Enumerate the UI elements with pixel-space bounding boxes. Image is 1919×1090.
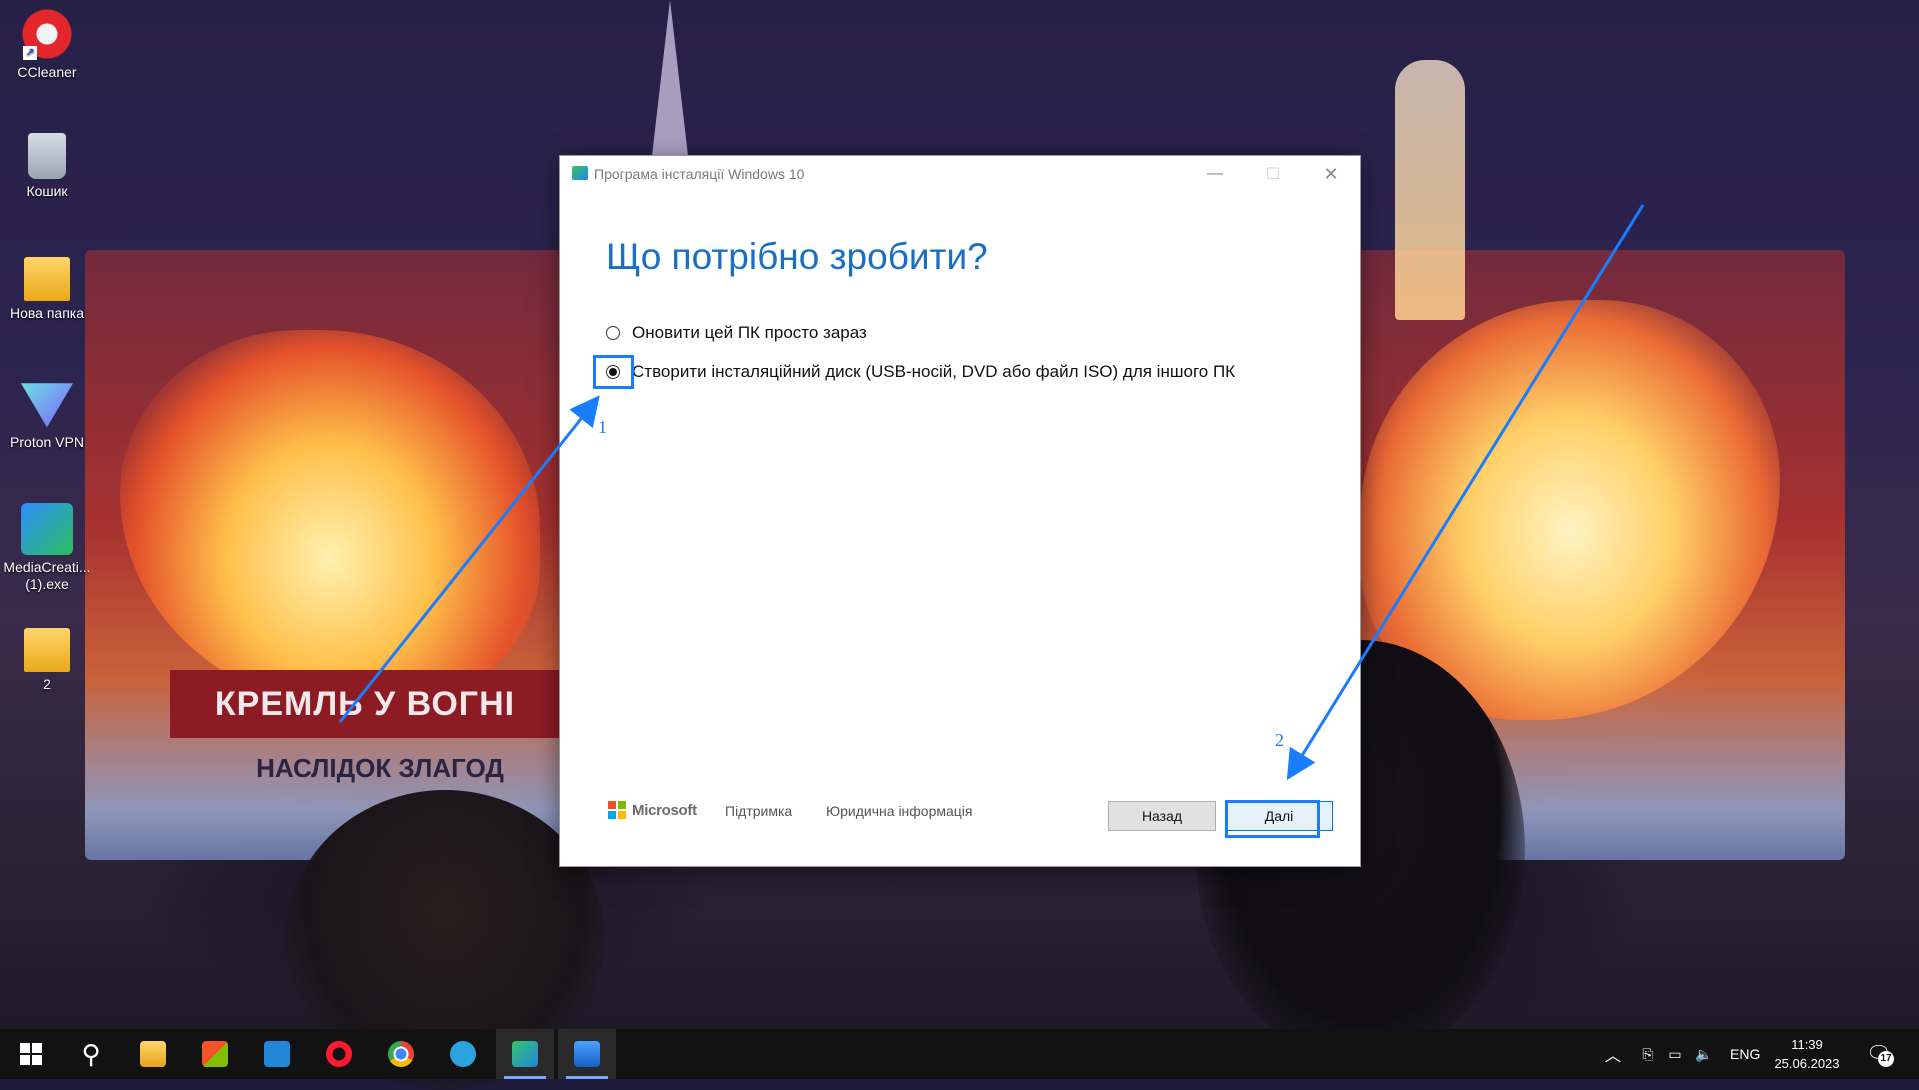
- taskbar-microsoft-store[interactable]: [186, 1029, 244, 1079]
- option-create-media[interactable]: Створити інсталяційний диск (USB-носій, …: [606, 362, 1235, 382]
- page-title: Що потрібно зробити?: [606, 236, 988, 277]
- maximize-icon: ☐: [1265, 166, 1281, 183]
- microsoft-store-icon: [202, 1041, 228, 1067]
- network-button[interactable]: ⎘: [1637, 1029, 1659, 1079]
- shortcut-arrow-icon: ↗: [23, 46, 37, 60]
- notification-count-badge: 17: [1878, 1051, 1894, 1067]
- minimize-button[interactable]: —: [1186, 156, 1244, 192]
- folder-icon: [24, 628, 70, 672]
- desktop-icon-label: Proton VPN: [10, 434, 84, 450]
- proton-vpn-icon: [21, 383, 73, 428]
- legal-info-link[interactable]: Юридична інформація: [826, 803, 973, 819]
- chevron-up-icon: ︿: [1605, 1048, 1622, 1065]
- taskbar-mail[interactable]: [248, 1029, 306, 1079]
- taskbar-opera[interactable]: [310, 1029, 368, 1079]
- desktop-icon-label: Кошик: [26, 183, 68, 199]
- show-hidden-icons-button[interactable]: ︿: [1605, 1029, 1621, 1079]
- ccleaner-icon: ↗: [21, 8, 73, 60]
- option-upgrade-pc[interactable]: Оновити цей ПК просто зараз: [606, 323, 867, 343]
- clock-date: 25.06.2023: [1774, 1056, 1840, 1071]
- desktop-icon-proton-vpn[interactable]: Proton VPN: [2, 378, 92, 451]
- recycle-bin-icon: [28, 133, 66, 179]
- volume-button[interactable]: 🔈: [1693, 1029, 1715, 1079]
- windows-logo-icon: [20, 1043, 42, 1065]
- language-indicator[interactable]: ENG: [1730, 1029, 1760, 1079]
- network-icon: ⎘: [1642, 1045, 1654, 1062]
- opera-icon: [326, 1041, 352, 1067]
- media-creation-tool-icon: [21, 503, 73, 555]
- taskbar-photos[interactable]: [558, 1029, 616, 1079]
- search-button[interactable]: ⚲: [62, 1029, 120, 1079]
- clock-time: 11:39: [1791, 1037, 1823, 1052]
- desktop-icon-label: 2: [43, 676, 51, 692]
- desktop-icon-media-creation-tool[interactable]: MediaCreati... (1).exe: [2, 503, 92, 593]
- back-button[interactable]: Назад: [1108, 801, 1216, 831]
- search-icon: ⚲: [81, 1039, 101, 1069]
- dialog-title: Програма інсталяції Windows 10: [594, 166, 805, 182]
- taskbar: ⚲ ︿ ⎘ ▭ 🔈 ENG 11:39 25.06.2023 🗨 17: [0, 1029, 1919, 1079]
- support-link[interactable]: Підтримка: [725, 803, 792, 819]
- maximize-button[interactable]: ☐: [1244, 156, 1302, 192]
- desktop-icon-label: MediaCreati... (1).exe: [3, 559, 91, 592]
- radio-upgrade-pc[interactable]: [606, 326, 620, 340]
- taskbar-file-explorer[interactable]: [124, 1029, 182, 1079]
- dialog-titlebar[interactable]: Програма інсталяції Windows 10 — ☐ ✕: [560, 156, 1360, 192]
- option-label: Оновити цей ПК просто зараз: [632, 323, 867, 342]
- desktop-icon-label: Нова папка: [9, 305, 85, 321]
- telegram-icon: [450, 1041, 476, 1067]
- battery-icon: ▭: [1668, 1045, 1682, 1062]
- microsoft-logo: Microsoft: [608, 801, 697, 819]
- desktop-icon-ccleaner[interactable]: ↗ CCleaner: [2, 8, 92, 81]
- battery-button[interactable]: ▭: [1664, 1029, 1686, 1079]
- minimize-icon: —: [1207, 165, 1223, 182]
- taskbar-telegram[interactable]: [434, 1029, 492, 1079]
- highlight-radio-create-media: [593, 355, 634, 389]
- microsoft-brand-text: Microsoft: [632, 801, 697, 819]
- taskbar-chrome[interactable]: [372, 1029, 430, 1079]
- annotation-step-1: 1: [598, 417, 607, 437]
- desktop-icon-recycle-bin[interactable]: Кошик: [2, 133, 92, 200]
- chrome-icon: [388, 1041, 414, 1067]
- windows-setup-icon: [512, 1041, 538, 1067]
- start-button[interactable]: [2, 1029, 60, 1079]
- windows-setup-icon: [572, 166, 588, 180]
- file-explorer-icon: [140, 1041, 166, 1067]
- desktop-icon-folder-2[interactable]: 2: [2, 628, 92, 693]
- action-center-button[interactable]: 🗨 17: [1866, 1041, 1894, 1067]
- option-label: Створити інсталяційний диск (USB-носій, …: [632, 362, 1236, 381]
- mail-icon: [264, 1041, 290, 1067]
- annotation-step-2: 2: [1275, 730, 1284, 750]
- photos-icon: [574, 1041, 600, 1067]
- taskbar-clock[interactable]: 11:39 25.06.2023: [1772, 1035, 1842, 1073]
- taskbar-windows-setup[interactable]: [496, 1029, 554, 1079]
- setup-dialog: Програма інсталяції Windows 10 — ☐ ✕ Що …: [560, 156, 1360, 866]
- close-button[interactable]: ✕: [1302, 156, 1360, 192]
- wallpaper-tower-right: [1395, 60, 1465, 320]
- desktop-icon-label: CCleaner: [17, 64, 77, 80]
- close-icon: ✕: [1323, 163, 1339, 184]
- wallpaper-banner: КРЕМЛЬ У ВОГНІ: [170, 670, 560, 738]
- highlight-next-button: [1225, 800, 1320, 838]
- volume-icon: 🔈: [1695, 1045, 1713, 1062]
- microsoft-squares-icon: [608, 801, 626, 819]
- wallpaper-subbanner: НАСЛІДОК ЗЛАГОД: [256, 752, 504, 783]
- folder-icon: [24, 257, 70, 301]
- desktop-icon-new-folder[interactable]: Нова папка: [2, 257, 92, 322]
